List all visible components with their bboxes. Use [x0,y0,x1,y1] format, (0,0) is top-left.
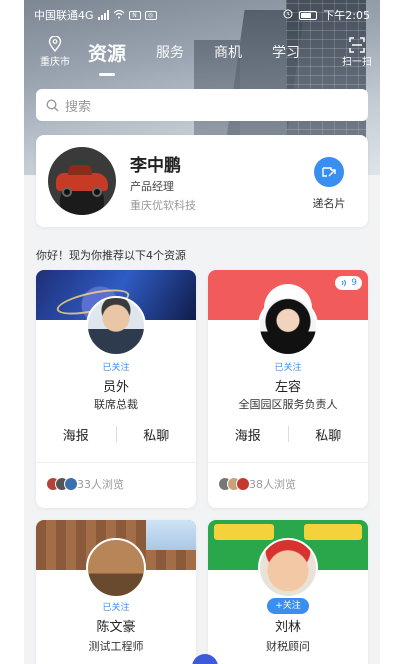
profile-avatar [48,147,116,215]
profile-title: 产品经理 [130,180,174,193]
viewer-avatars [46,477,78,491]
view-count: 33人浏览 [46,476,124,492]
card-name: 员外 [102,380,129,395]
tab-opportunities[interactable]: 商机 [214,42,242,62]
recommend-text: 你好！现为你推荐以下4个资源 [36,249,186,262]
search-bar[interactable]: 搜索 [36,89,368,121]
view-count-text: 38人浏览 [249,478,296,491]
card-role: 财税顾问 [266,640,310,653]
view-count: 38人浏览 [218,476,296,492]
wifi-icon [113,9,125,22]
card-role: 联席总裁 [94,398,138,411]
battery-icon [299,10,318,20]
poster-button[interactable]: 海报 [208,425,288,444]
phone-screen: 中国联通4G N ◎ 下午2:05 重庆市 资源 服务 商机 学习 扫一扫 搜索… [24,0,380,664]
send-card-button[interactable]: 递名片 [304,157,354,211]
chat-button[interactable]: 私聊 [117,425,197,444]
sound-wave-icon [341,279,347,287]
profile-card[interactable]: 李中鹏 产品经理 重庆优软科技 递名片 [36,135,368,227]
card-name: 刘林 [274,620,301,635]
viewer-avatars [218,477,250,491]
resource-card[interactable]: +关注 刘林 财税顾问 [208,520,368,664]
resource-card[interactable]: 9 已关注 左容 全国园区服务负责人 海报 私聊 38人浏览 [208,270,368,508]
tab-learning[interactable]: 学习 [272,42,300,62]
card-name: 陈文豪 [96,620,136,635]
avatar [258,538,318,598]
followed-tag: 已关注 [274,363,302,373]
tab-services[interactable]: 服务 [156,42,184,62]
audio-badge: 9 [335,276,362,290]
scan-label: 扫一扫 [342,56,372,68]
search-placeholder: 搜索 [65,99,92,115]
avatar [86,538,146,598]
badge-count: 9 [351,278,357,288]
view-count-text: 33人浏览 [77,478,124,491]
card-role: 测试工程师 [88,640,144,653]
city-label: 重庆市 [40,57,70,68]
carrier-text: 中国联通4G [34,9,94,22]
scan-button[interactable]: 扫一扫 [342,36,372,68]
search-icon [46,98,59,111]
profile-company: 重庆优软科技 [130,199,196,212]
avatar [258,296,318,356]
card-name: 左容 [274,380,301,395]
divider [36,462,196,463]
top-nav: 重庆市 资源 服务 商机 学习 扫一扫 [24,30,380,74]
main-tabs: 资源 服务 商机 学习 [88,39,330,66]
alarm-icon [283,9,293,22]
followed-tag: 已关注 [102,363,130,373]
city-selector[interactable]: 重庆市 [30,36,80,68]
followed-tag: 已关注 [102,603,130,613]
clock-text: 下午2:05 [323,9,370,22]
poster-button[interactable]: 海报 [36,425,116,444]
tab-resources[interactable]: 资源 [88,39,126,66]
share-card-icon [314,157,344,187]
nfc-icon: N [128,10,141,20]
follow-button[interactable]: +关注 [267,598,309,614]
resource-card[interactable]: 已关注 员外 联席总裁 海报 私聊 33人浏览 [36,270,196,508]
avatar [86,296,146,356]
card-role: 全国园区服务负责人 [238,398,338,411]
signal-icon [97,10,109,20]
location-pin-icon [48,36,62,52]
profile-name: 李中鹏 [130,156,181,176]
divider [208,462,368,463]
send-card-label: 递名片 [312,197,346,210]
chat-button[interactable]: 私聊 [289,425,369,444]
resource-card[interactable]: 已关注 陈文豪 测试工程师 [36,520,196,664]
scan-icon [349,36,365,53]
app-notification-icon: ◎ [144,10,157,20]
status-bar: 中国联通4G N ◎ 下午2:05 [24,0,380,30]
